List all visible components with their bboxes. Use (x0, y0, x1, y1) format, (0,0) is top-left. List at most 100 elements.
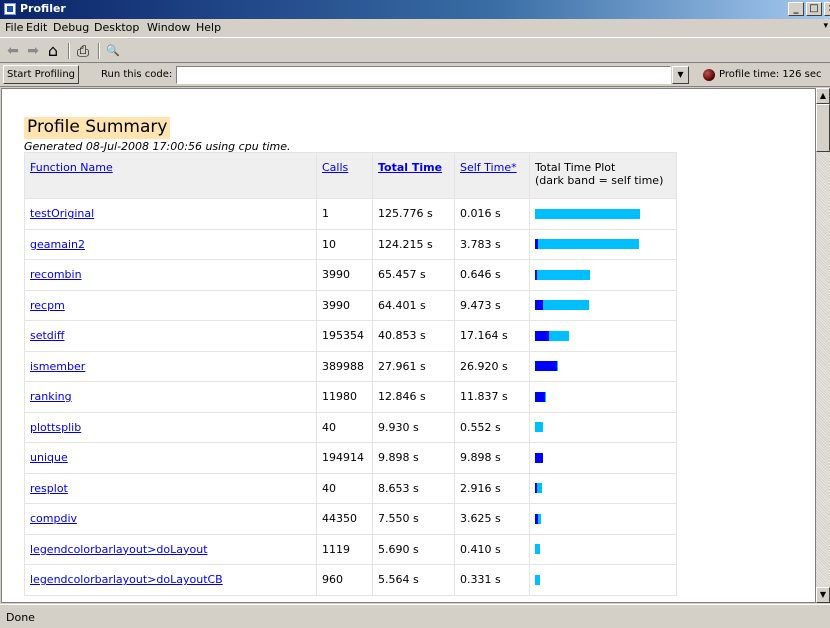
dock-arrow-icon[interactable]: ▾ (823, 21, 828, 31)
maximize-button[interactable]: □ (806, 2, 822, 16)
status-bar: Done (0, 604, 830, 628)
calls-cell: 40 (316, 411, 373, 443)
function-name-cell: resplot (24, 472, 317, 504)
function-name-cell: compdiv (24, 503, 317, 535)
function-name-cell: plottsplib (24, 411, 317, 443)
function-name-cell: testOriginal (24, 198, 317, 230)
time-bar (535, 208, 671, 219)
self-time-cell: 26.920 s (454, 350, 530, 382)
total-time-cell: 40.853 s (372, 320, 455, 352)
function-name-cell: legendcolorbarlayout>doLayout (24, 533, 317, 565)
total-time-cell: 5.564 s (372, 564, 455, 596)
vertical-scrollbar[interactable]: ▲ ▼ (816, 88, 830, 603)
self-time-cell: 11.837 s (454, 381, 530, 413)
toolbar-separator (98, 43, 100, 59)
profiler-status-light-icon (703, 69, 715, 81)
function-link[interactable]: plottsplib (30, 421, 81, 434)
run-this-code-label: Run this code: (101, 69, 173, 80)
time-plot-cell (529, 533, 677, 565)
menu-edit[interactable]: Edit (26, 21, 47, 34)
home-icon[interactable]: ⌂ (44, 42, 62, 60)
print-icon[interactable]: ⎙ (74, 42, 92, 60)
find-binoculars-icon[interactable]: 🔍 (104, 42, 122, 60)
code-history-dropdown[interactable]: ▼ (672, 66, 689, 84)
function-link[interactable]: legendcolorbarlayout>doLayoutCB (30, 573, 223, 586)
function-link[interactable]: ranking (30, 390, 72, 403)
menu-window[interactable]: Window (147, 21, 190, 34)
calls-cell: 389988 (316, 350, 373, 382)
total-time-cell: 125.776 s (372, 198, 455, 230)
self-time-bar (535, 269, 537, 280)
function-link[interactable]: unique (30, 451, 68, 464)
table-row: setdiff 195354 40.853 s 17.164 s (24, 320, 677, 352)
time-bar (535, 544, 671, 555)
sort-by-name-link[interactable]: Function Name (30, 161, 113, 174)
function-link[interactable]: recombin (30, 268, 82, 281)
minimize-button[interactable]: _ (788, 2, 804, 16)
time-plot-cell (529, 472, 677, 504)
calls-cell: 11980 (316, 381, 373, 413)
table-row: plottsplib 40 9.930 s 0.552 s (24, 411, 677, 443)
total-time-cell: 27.961 s (372, 350, 455, 382)
total-time-cell: 8.653 s (372, 472, 455, 504)
time-bar (535, 391, 671, 402)
function-link[interactable]: compdiv (30, 512, 77, 525)
scroll-up-button[interactable]: ▲ (816, 88, 830, 104)
close-button[interactable]: × (824, 2, 830, 16)
calls-cell: 1 (316, 198, 373, 230)
table-row: ranking 11980 12.846 s 11.837 s (24, 381, 677, 413)
function-name-cell: unique (24, 442, 317, 474)
sort-by-calls-link[interactable]: Calls (322, 161, 348, 174)
plot-header-line1: Total Time Plot (535, 161, 616, 174)
time-plot-cell (529, 350, 677, 382)
scroll-thumb[interactable] (816, 104, 830, 152)
time-plot-cell (529, 198, 677, 230)
self-time-bar (535, 330, 550, 341)
menu-help[interactable]: Help (196, 21, 221, 34)
menu-debug[interactable]: Debug (53, 21, 89, 34)
scroll-down-button[interactable]: ▼ (816, 587, 830, 603)
table-row: legendcolorbarlayout>doLayoutCB 960 5.564 … (24, 564, 677, 596)
time-plot-cell (529, 503, 677, 535)
function-link[interactable]: ismember (30, 360, 85, 373)
self-time-cell: 0.410 s (454, 533, 530, 565)
calls-cell: 40 (316, 472, 373, 504)
time-plot-cell (529, 564, 677, 596)
function-name-cell: recombin (24, 259, 317, 291)
total-time-bar (535, 208, 640, 219)
sort-by-total-time-link[interactable]: Total Time (378, 161, 442, 174)
calls-cell: 3990 (316, 289, 373, 321)
time-plot-cell (529, 381, 677, 413)
function-link[interactable]: resplot (30, 482, 68, 495)
table-row: recpm 3990 64.401 s 9.473 s (24, 289, 677, 321)
time-bar (535, 239, 671, 250)
self-time-cell: 3.783 s (454, 228, 530, 260)
run-code-input[interactable] (176, 66, 671, 84)
total-time-bar (535, 574, 540, 585)
profiler-app-icon[interactable] (4, 3, 16, 15)
function-link[interactable]: legendcolorbarlayout>doLayout (30, 543, 208, 556)
self-time-cell: 0.646 s (454, 259, 530, 291)
start-profiling-button[interactable]: Start Profiling (3, 65, 80, 84)
profile-time-readout: Profile time: 126 sec (719, 69, 822, 80)
function-link[interactable]: recpm (30, 299, 65, 312)
self-time-cell: 0.016 s (454, 198, 530, 230)
total-time-bar (535, 269, 590, 280)
forward-arrow-icon[interactable]: ➡ (25, 42, 41, 60)
table-row: ismember 389988 27.961 s 26.920 s (24, 350, 677, 382)
menu-file[interactable]: File (5, 21, 23, 34)
function-link[interactable]: geamain2 (30, 238, 85, 251)
back-arrow-icon[interactable]: ⬅ (5, 42, 21, 60)
col-function-name: Function Name (24, 152, 317, 199)
col-calls: Calls (316, 152, 373, 199)
sort-by-self-time-link[interactable]: Self Time* (460, 161, 517, 174)
self-time-cell: 17.164 s (454, 320, 530, 352)
menu-desktop[interactable]: Desktop (94, 21, 139, 34)
function-link[interactable]: setdiff (30, 329, 64, 342)
function-name-cell: recpm (24, 289, 317, 321)
self-time-bar (535, 513, 539, 524)
profile-table: Function Name Calls Total Time Self Time… (24, 152, 677, 596)
function-link[interactable]: testOriginal (30, 207, 94, 220)
time-bar (535, 361, 671, 372)
self-time-cell: 9.898 s (454, 442, 530, 474)
